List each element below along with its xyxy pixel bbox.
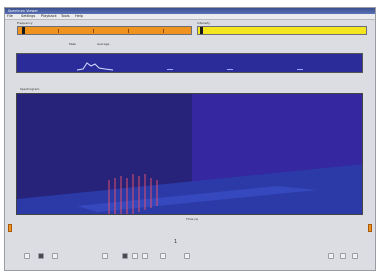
intensity-bar[interactable]	[197, 26, 367, 35]
bar-tick	[163, 29, 164, 33]
overview-panel[interactable]	[16, 53, 363, 73]
bar-tick	[93, 29, 94, 33]
pencil-icon[interactable]	[102, 253, 108, 259]
bar-tick	[58, 29, 59, 33]
spectrogram-canvas	[17, 94, 362, 214]
menu-settings[interactable]: Settings	[21, 14, 35, 19]
intensity-bar-label: Intensity	[197, 21, 211, 25]
menu-help[interactable]: Help	[75, 14, 83, 19]
zoom-out-icon[interactable]	[142, 253, 148, 259]
spectrogram-label: Spectrogram	[20, 87, 40, 91]
record-icon[interactable]	[38, 253, 44, 259]
bar-tick	[128, 29, 129, 33]
rewind-icon[interactable]	[24, 253, 30, 259]
stop-icon[interactable]	[122, 253, 128, 259]
page-indicator: 1	[174, 239, 178, 245]
play-icon[interactable]	[52, 253, 58, 259]
grid-icon[interactable]	[160, 253, 166, 259]
fit-icon[interactable]	[340, 253, 346, 259]
overview-marker	[167, 69, 173, 70]
frequency-bar[interactable]	[17, 26, 192, 35]
time-axis-label: Time (s)	[186, 217, 199, 221]
frequency-bar-handle[interactable]	[22, 27, 25, 34]
legend-peak: Peak	[69, 42, 77, 46]
bottom-toolbar	[6, 252, 372, 262]
zoom-in-icon[interactable]	[132, 253, 138, 259]
menu-bar: File Settings Playback Tools Help	[5, 14, 375, 20]
export-icon[interactable]	[328, 253, 334, 259]
menu-tools[interactable]: Tools	[61, 14, 70, 19]
spectrogram-view[interactable]	[16, 93, 363, 215]
help-icon[interactable]	[352, 253, 358, 259]
menu-playback[interactable]: Playback	[41, 14, 57, 19]
overview-marker	[227, 69, 233, 70]
settings-icon[interactable]	[184, 253, 190, 259]
menu-file[interactable]: File	[7, 14, 13, 19]
frequency-bar-label: Frequency	[17, 21, 33, 25]
legend-average: Average	[97, 42, 110, 46]
overview-marker	[297, 69, 303, 70]
left-scroll-tab[interactable]	[8, 224, 12, 232]
right-scroll-tab[interactable]	[368, 224, 372, 232]
intensity-bar-handle[interactable]	[200, 27, 203, 34]
overview-trace	[76, 62, 114, 71]
